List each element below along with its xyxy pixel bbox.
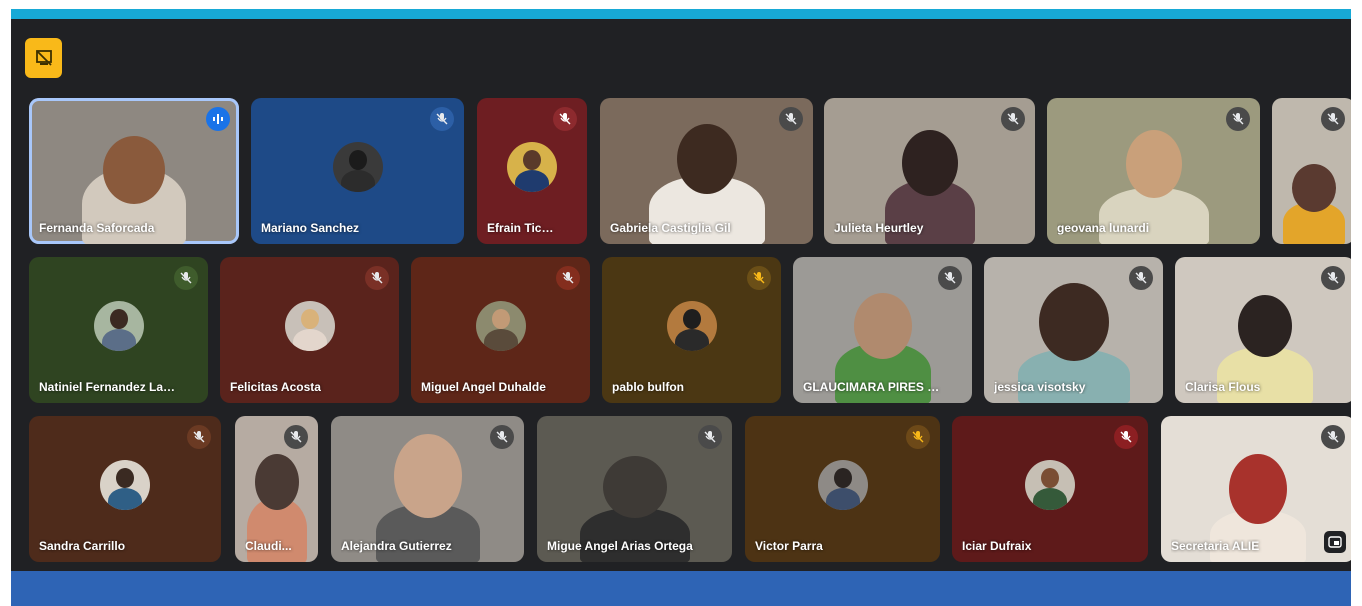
- participant-tile[interactable]: Miguel Angel Duhalde: [411, 257, 590, 403]
- participant-video: [834, 293, 931, 403]
- avatar: [475, 301, 526, 351]
- participant-tile[interactable]: Sandra Carrillo: [29, 416, 221, 562]
- participant-tile[interactable]: jessica visotsky: [984, 257, 1163, 403]
- bottom-bar: [11, 571, 1351, 606]
- participant-name: Migue Angel Arias Ortega: [547, 539, 693, 553]
- avatar: [332, 142, 383, 192]
- top-accent-bar: [11, 9, 1351, 19]
- participant-name: GLAUCIMARA PIRES O...: [803, 380, 942, 394]
- avatar: [507, 142, 557, 192]
- mic-off-icon: [1321, 266, 1345, 290]
- participant-name: Mariano Sanchez: [261, 221, 360, 235]
- mic-off-icon: [1129, 266, 1153, 290]
- avatar: [100, 460, 150, 510]
- mic-off-icon: [1321, 107, 1345, 131]
- participant-video: [1282, 164, 1345, 244]
- participant-video: [1017, 283, 1130, 403]
- mic-off-icon: [553, 107, 577, 131]
- mic-off-icon: [430, 107, 454, 131]
- mic-off-icon: [1001, 107, 1025, 131]
- participant-tile[interactable]: Felicitas Acosta: [220, 257, 399, 403]
- avatar: [93, 301, 144, 351]
- participant-name: Clarisa Flous: [1185, 380, 1261, 394]
- participant-name: Sandra Carrillo: [39, 539, 126, 553]
- participant-tile[interactable]: geovana lunardi: [1047, 98, 1260, 244]
- participant-tile[interactable]: Gabriela Castiglia Gil: [600, 98, 813, 244]
- participant-name: Gabriela Castiglia Gil: [610, 221, 731, 235]
- participant-tile[interactable]: Alejandra Gutierrez: [331, 416, 524, 562]
- participant-name: Alejandra Gutierrez: [341, 539, 452, 553]
- participant-tile[interactable]: Fernanda Saforcada: [29, 98, 239, 244]
- participant-name: Julieta Heurtley: [834, 221, 924, 235]
- mic-off-icon: [779, 107, 803, 131]
- participant-name: Iciar Dufraix: [962, 539, 1032, 553]
- speaking-indicator-icon: [206, 107, 230, 131]
- participant-name: pablo bulfon: [612, 380, 684, 394]
- mic-off-icon: [747, 266, 771, 290]
- participant-video: [1217, 295, 1313, 403]
- participant-name: Claudi...: [245, 539, 292, 553]
- participant-name: Secretaria ALIE: [1171, 539, 1260, 553]
- participant-tile[interactable]: Clarisa Flous: [1175, 257, 1351, 403]
- participant-name: Fernanda Saforcada: [39, 221, 155, 235]
- avatar: [666, 301, 717, 351]
- participant-name: Efrain Ticona: [487, 221, 557, 235]
- participant-tile[interactable]: pablo bulfon: [602, 257, 781, 403]
- participant-name: Natiniel Fernandez Lag...: [39, 380, 178, 394]
- mic-off-icon: [1321, 425, 1345, 449]
- participant-tile[interactable]: Efrain Ticona: [477, 98, 587, 244]
- participant-video: [1098, 130, 1209, 244]
- avatar: [284, 301, 335, 351]
- avatar: [1025, 460, 1075, 510]
- participant-tile[interactable]: Victor Parra: [745, 416, 940, 562]
- mic-off-icon: [1226, 107, 1250, 131]
- participant-name: Miguel Angel Duhalde: [421, 380, 546, 394]
- meeting-stage: Fernanda Saforcada Mariano Sanchez Efrai…: [11, 19, 1351, 571]
- participant-video: [1210, 454, 1306, 562]
- participant-video: [579, 456, 690, 562]
- participant-name: jessica visotsky: [994, 380, 1086, 394]
- mic-off-icon: [187, 425, 211, 449]
- no-video-icon[interactable]: [25, 38, 62, 78]
- participant-tile[interactable]: Iciar Dufraix: [952, 416, 1148, 562]
- picture-in-picture-icon[interactable]: [1324, 531, 1346, 553]
- mic-off-icon: [556, 266, 580, 290]
- participant-name: Felicitas Acosta: [230, 380, 321, 394]
- participant-tile[interactable]: Natiniel Fernandez Lag...: [29, 257, 208, 403]
- participant-name: Victor Parra: [755, 539, 823, 553]
- participant-tile[interactable]: Secretaria ALIE: [1161, 416, 1351, 562]
- participant-tile[interactable]: Migue Angel Arias Ortega: [537, 416, 732, 562]
- mic-off-icon: [490, 425, 514, 449]
- mic-off-icon: [698, 425, 722, 449]
- mic-off-icon: [938, 266, 962, 290]
- participant-tile[interactable]: [1272, 98, 1351, 244]
- avatar: [817, 460, 868, 510]
- participant-video: [375, 434, 480, 562]
- mic-off-icon: [906, 425, 930, 449]
- mic-off-icon: [284, 425, 308, 449]
- participant-tile[interactable]: Claudi...: [235, 416, 318, 562]
- mic-off-icon: [1114, 425, 1138, 449]
- participant-name: geovana lunardi: [1057, 221, 1150, 235]
- mic-off-icon: [174, 266, 198, 290]
- participant-tile[interactable]: Julieta Heurtley: [824, 98, 1035, 244]
- participant-tile[interactable]: GLAUCIMARA PIRES O...: [793, 257, 972, 403]
- participant-tile[interactable]: Mariano Sanchez: [251, 98, 464, 244]
- mic-off-icon: [365, 266, 389, 290]
